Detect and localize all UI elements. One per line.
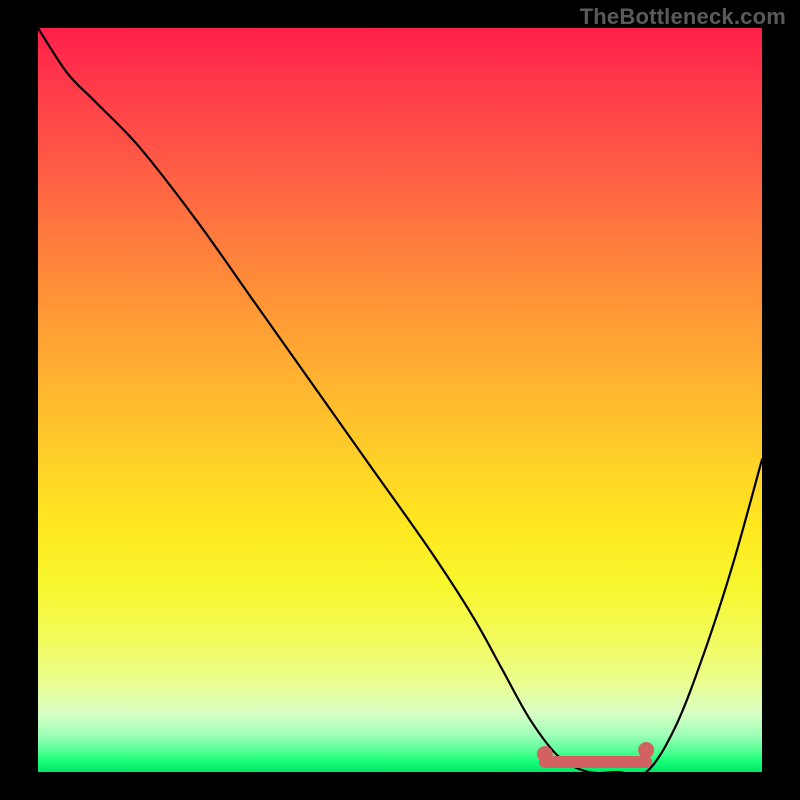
chart-frame: TheBottleneck.com (0, 0, 800, 800)
optimal-range-start-dot (537, 746, 553, 762)
watermark: TheBottleneck.com (580, 4, 786, 30)
optimal-range-end-dot (638, 742, 654, 758)
plot-area (38, 28, 762, 772)
bottleneck-curve (38, 28, 762, 772)
curve-layer (38, 28, 762, 772)
